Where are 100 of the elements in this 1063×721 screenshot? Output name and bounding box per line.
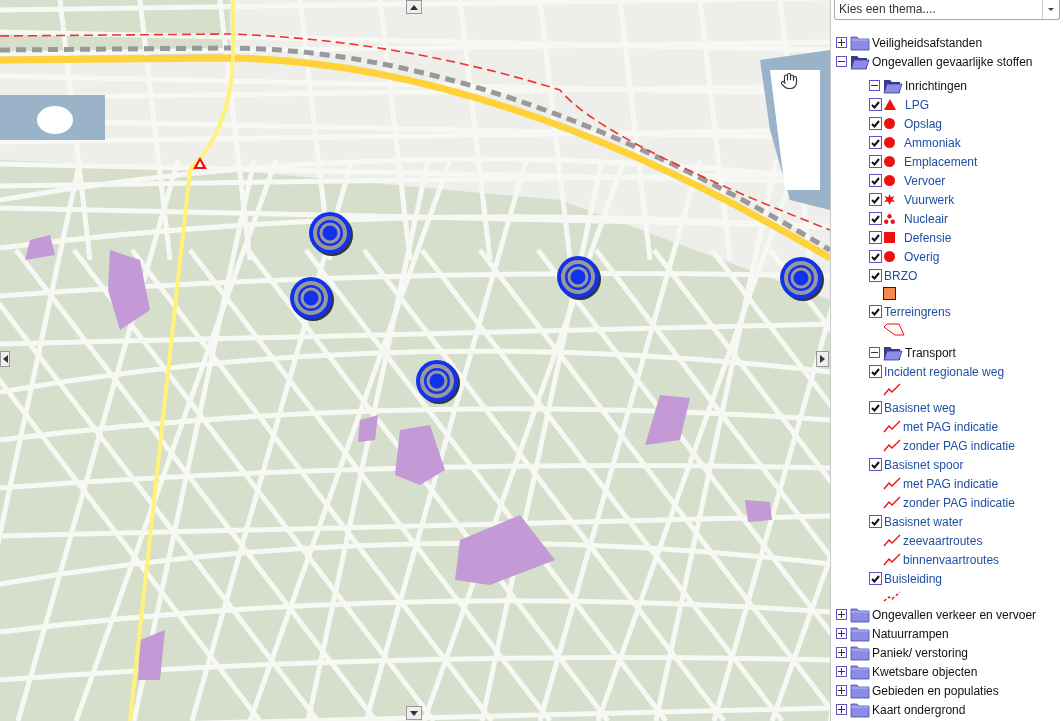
checkbox[interactable] <box>869 250 882 263</box>
dot-icon <box>884 156 895 167</box>
folder-label[interactable]: Veiligheidsafstanden <box>872 35 983 50</box>
collapse-toggle[interactable] <box>836 56 847 67</box>
folder-label[interactable]: Kaart ondergrond <box>872 702 966 717</box>
layer-link[interactable]: Terreingrens <box>884 304 951 319</box>
area-patch <box>745 500 772 522</box>
square-swatch-icon <box>883 287 896 300</box>
target-marker-icon[interactable] <box>308 211 354 257</box>
folder-label[interactable]: Natuurrampen <box>872 626 949 641</box>
legend-link[interactable]: zeevaartroutes <box>903 533 983 548</box>
minus-icon <box>838 58 845 65</box>
expand-toggle[interactable] <box>836 685 847 696</box>
layer-link[interactable]: Defensie <box>904 230 952 245</box>
layer-link[interactable]: Emplacement <box>904 154 978 169</box>
target-marker-icon[interactable] <box>779 256 825 302</box>
layer-link[interactable]: Buisleiding <box>884 571 943 586</box>
expand-toggle[interactable] <box>836 609 847 620</box>
checkbox[interactable] <box>869 98 882 111</box>
target-marker-icon[interactable] <box>556 255 602 301</box>
trefoil-icon <box>884 213 895 224</box>
checkbox[interactable] <box>869 365 882 378</box>
open-folder-icon <box>883 344 903 361</box>
layer-link[interactable]: Vuurwerk <box>904 192 955 207</box>
folder-label[interactable]: Ongevallen verkeer en vervoer <box>872 607 1037 622</box>
area-patch <box>358 415 378 442</box>
pan-left-button[interactable] <box>0 351 10 367</box>
checkbox[interactable] <box>869 269 882 282</box>
legend-link[interactable]: met PAG indicatie <box>903 476 999 491</box>
checkbox[interactable] <box>869 136 882 149</box>
expand-toggle[interactable] <box>836 704 847 715</box>
layer-link[interactable]: Basisnet weg <box>884 400 956 415</box>
dot-icon <box>884 118 895 129</box>
plus-icon <box>838 706 845 713</box>
zigzag-line-icon <box>883 534 901 547</box>
layer-link[interactable]: LPG <box>905 97 929 112</box>
layer-link[interactable]: Nucleair <box>904 211 948 226</box>
starburst-icon <box>884 194 895 205</box>
plus-icon <box>838 39 845 46</box>
minus-icon <box>871 349 878 356</box>
checkbox[interactable] <box>869 458 882 471</box>
zigzag-line-icon <box>883 420 901 433</box>
legend-link[interactable]: binnenvaartroutes <box>903 552 1000 567</box>
pan-down-button[interactable] <box>406 706 422 720</box>
folder-label[interactable]: Paniek/ verstoring <box>872 645 969 660</box>
layer-link[interactable]: BRZO <box>884 268 918 283</box>
down-arrow-icon <box>410 710 418 716</box>
checkbox[interactable] <box>869 305 882 318</box>
expand-toggle[interactable] <box>836 666 847 677</box>
folder-label[interactable]: Transport <box>905 345 956 360</box>
checkbox[interactable] <box>869 515 882 528</box>
target-marker-icon[interactable] <box>415 359 461 405</box>
dashed-line-icon <box>883 591 901 602</box>
layer-link[interactable]: Ammoniak <box>904 135 961 150</box>
triangle-icon <box>884 99 896 110</box>
left-arrow-icon <box>2 355 8 363</box>
pan-right-button[interactable] <box>816 351 829 367</box>
area-patch <box>25 235 55 260</box>
layer-link[interactable]: Vervoer <box>904 173 946 188</box>
folder-label[interactable]: Gebieden en populaties <box>872 683 999 698</box>
zigzag-line-icon <box>883 553 901 566</box>
expand-toggle[interactable] <box>836 37 847 48</box>
checkbox[interactable] <box>869 174 882 187</box>
plus-icon <box>838 630 845 637</box>
target-marker-icon[interactable] <box>289 276 335 322</box>
hand-cursor-icon <box>780 72 798 90</box>
collapse-toggle[interactable] <box>869 80 880 91</box>
checkbox[interactable] <box>869 231 882 244</box>
up-arrow-icon <box>410 4 418 10</box>
layer-link[interactable]: Basisnet water <box>884 514 963 529</box>
layer-link[interactable]: Incident regionale weg <box>884 364 1005 379</box>
checkbox[interactable] <box>869 193 882 206</box>
expand-toggle[interactable] <box>836 647 847 658</box>
legend-link[interactable]: zonder PAG indicatie <box>903 438 1015 453</box>
expand-toggle[interactable] <box>836 628 847 639</box>
open-folder-icon <box>850 53 870 70</box>
area-patch <box>138 630 165 680</box>
folder-icon <box>850 606 870 623</box>
plus-icon <box>838 649 845 656</box>
pan-up-button[interactable] <box>406 0 422 14</box>
checkbox[interactable] <box>869 212 882 225</box>
layer-link[interactable]: Opslag <box>904 116 943 131</box>
layer-link[interactable]: Basisnet spoor <box>884 457 964 472</box>
open-folder-icon <box>883 77 903 94</box>
folder-label[interactable]: Ongevallen gevaarlijke stoffen <box>872 54 1033 69</box>
collapse-toggle[interactable] <box>869 347 880 358</box>
layer-link[interactable]: Overig <box>904 249 940 264</box>
checkbox[interactable] <box>869 155 882 168</box>
checkbox[interactable] <box>869 117 882 130</box>
folder-label[interactable]: Inrichtingen <box>905 78 968 93</box>
zigzag-line-icon <box>883 439 901 452</box>
theme-select[interactable]: Kies een thema.... <box>834 0 1060 20</box>
checkbox[interactable] <box>869 572 882 585</box>
legend-link[interactable]: met PAG indicatie <box>903 419 999 434</box>
legend-link[interactable]: zonder PAG indicatie <box>903 495 1015 510</box>
right-arrow-icon <box>820 355 825 363</box>
plus-icon <box>838 611 845 618</box>
checkbox[interactable] <box>869 401 882 414</box>
folder-label[interactable]: Kwetsbare objecten <box>872 664 978 679</box>
zigzag-line-icon <box>883 383 901 396</box>
